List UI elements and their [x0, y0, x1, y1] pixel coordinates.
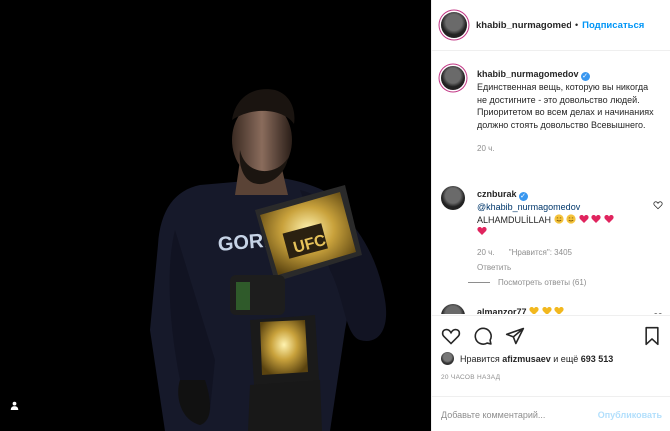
comments-list[interactable]: khabib_nurmagomedov ✓ Единственная вещь, … — [432, 52, 670, 314]
smiling-face-emoji-icon — [566, 213, 576, 224]
caption-avatar[interactable] — [441, 66, 465, 90]
follow-button[interactable]: Подписаться — [582, 20, 644, 31]
bookmark-icon[interactable] — [643, 326, 661, 346]
share-icon[interactable] — [505, 326, 525, 346]
yellow-heart-emoji-icon — [554, 306, 564, 314]
commenter-avatar[interactable] — [441, 186, 465, 210]
liked-by-prefix: Нравится — [460, 353, 500, 364]
view-replies-button[interactable]: Посмотреть ответы (61) — [468, 278, 586, 287]
yellow-heart-emoji-icon — [529, 306, 539, 314]
post-photo[interactable]: GORI UFC — [0, 0, 431, 431]
comment-input[interactable] — [441, 409, 598, 420]
liked-by-user[interactable]: afizmusaev — [502, 354, 551, 364]
comment-username[interactable]: almanzor77 — [477, 307, 527, 314]
caption-text: Единственная вещь, которую вы никогда не… — [477, 82, 654, 130]
comment-likes[interactable]: "Нравится": 3405 — [509, 248, 572, 257]
verified-badge-icon: ✓ — [518, 192, 528, 201]
post-modal: GORI UFC khabib_nurmagomedo — [0, 0, 670, 431]
comment-time: 20 ч. — [477, 247, 495, 257]
comment-text: ALHAMDULİLLAH — [477, 214, 552, 225]
caption-time: 20 ч. — [477, 144, 495, 153]
comment-username[interactable]: cznburak — [477, 189, 517, 199]
reply-button[interactable]: Ответить — [477, 263, 511, 272]
post-actions: Нравится afizmusaev и ещё 693 513 20 ЧАС… — [432, 315, 670, 431]
post-header: khabib_nurmagomedov • Подписаться — [432, 0, 670, 51]
liker-avatar[interactable] — [441, 352, 454, 365]
heart-icon[interactable] — [441, 326, 461, 346]
yellow-heart-emoji-icon — [541, 306, 552, 314]
commenter-avatar[interactable] — [441, 304, 465, 314]
user-tag-icon[interactable] — [10, 401, 26, 417]
comment-icon[interactable] — [473, 326, 493, 346]
red-heart-emoji-icon — [604, 214, 614, 223]
author-username[interactable]: khabib_nurmagomedov — [476, 20, 571, 31]
comment-like-heart-icon[interactable] — [653, 200, 663, 210]
add-comment-form: Опубликовать — [432, 396, 670, 431]
action-icons — [441, 326, 525, 346]
view-replies-label: Посмотреть ответы (61) — [498, 278, 587, 287]
red-heart-emoji-icon — [591, 214, 601, 223]
verified-badge-icon: ✓ — [580, 72, 590, 81]
red-heart-emoji-icon — [578, 214, 589, 223]
publish-comment-button[interactable]: Опубликовать — [598, 410, 662, 420]
likes-summary: Нравится afizmusaev и ещё 693 513 — [441, 352, 613, 365]
smiling-face-emoji-icon — [553, 213, 564, 224]
author-avatar[interactable] — [441, 12, 467, 38]
red-heart-emoji-icon — [477, 226, 487, 235]
post-timestamp[interactable]: 20 ЧАСОВ НАЗАД — [441, 374, 500, 381]
caption-username[interactable]: khabib_nurmagomedov — [477, 69, 579, 79]
likes-count[interactable]: 693 513 — [581, 354, 614, 364]
photo-illustration: GORI UFC — [0, 0, 431, 431]
header-separator: • — [575, 20, 579, 30]
liked-by-suffix: и ещё — [553, 353, 579, 364]
comment-like-heart-icon[interactable] — [653, 312, 663, 314]
post-sidebar: khabib_nurmagomedov • Подписаться khabib… — [431, 0, 670, 431]
comment-mention[interactable]: @khabib_nurmagomedov — [477, 202, 580, 212]
emoji-group — [529, 306, 564, 314]
replies-divider-line — [468, 282, 490, 283]
